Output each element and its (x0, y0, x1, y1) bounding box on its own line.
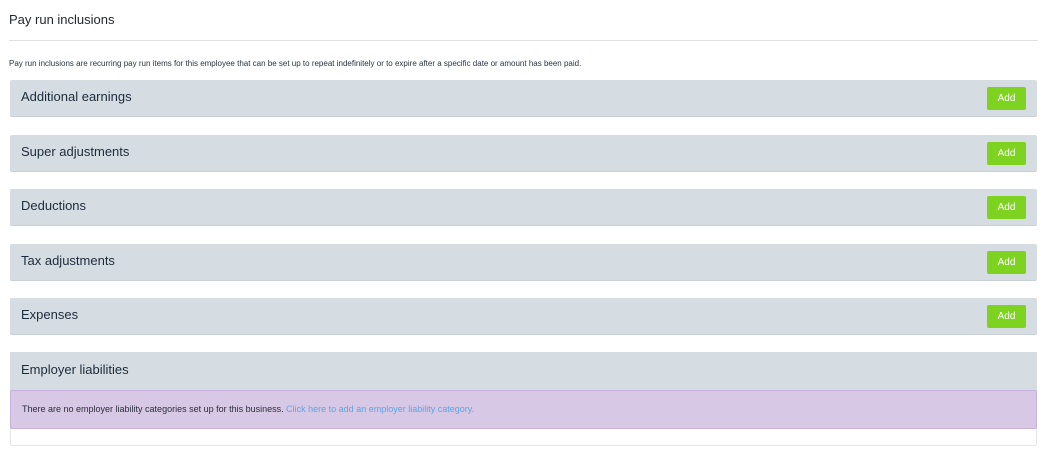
section-super-adjustments: Super adjustments Add (10, 135, 1037, 171)
section-title: Employer liabilities (21, 362, 129, 377)
section-employer-liabilities: Employer liabilities There are no employ… (10, 352, 1037, 446)
section-additional-earnings: Additional earnings Add (10, 80, 1037, 116)
section-title: Super adjustments (21, 144, 130, 159)
section-tax-adjustments: Tax adjustments Add (10, 244, 1037, 280)
title-divider (9, 40, 1038, 41)
alert-message-container: There are no employer liability categori… (22, 404, 474, 414)
section-title: Deductions (21, 198, 87, 213)
add-deductions-button[interactable]: Add (987, 196, 1026, 219)
employer-liabilities-alert: There are no employer liability categori… (10, 390, 1037, 429)
add-expenses-button[interactable]: Add (987, 305, 1026, 328)
add-additional-earnings-button[interactable]: Add (987, 87, 1026, 110)
section-title: Tax adjustments (21, 253, 115, 268)
section-expenses: Expenses Add (10, 298, 1037, 334)
pay-run-inclusions-page: Pay run inclusions Pay run inclusions ar… (0, 0, 1048, 457)
employer-liabilities-header: Employer liabilities (10, 352, 1037, 390)
add-super-adjustments-button[interactable]: Add (987, 142, 1026, 165)
alert-message: There are no employer liability categori… (22, 404, 284, 414)
section-deductions: Deductions Add (10, 189, 1037, 225)
page-title: Pay run inclusions (9, 12, 115, 27)
add-tax-adjustments-button[interactable]: Add (987, 251, 1026, 274)
section-title: Expenses (21, 307, 79, 322)
intro-text: Pay run inclusions are recurring pay run… (9, 59, 582, 68)
add-employer-liability-link[interactable]: Click here to add an employer liability … (286, 404, 474, 414)
section-title: Additional earnings (21, 89, 132, 104)
